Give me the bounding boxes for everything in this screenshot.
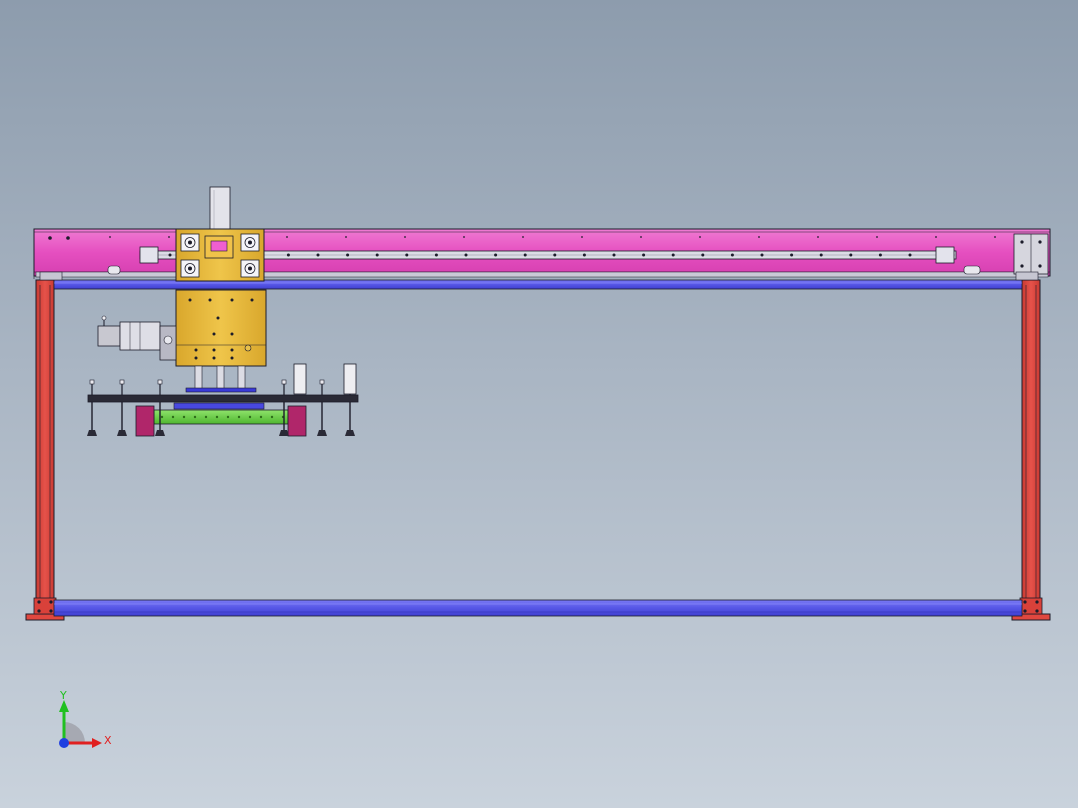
vertical-motor [209,186,231,232]
cad-viewport[interactable]: Y X [0,0,1078,808]
coordinate-triad-icon: Y X [59,689,112,748]
lower-blue-beam [53,599,1023,617]
z-axis-body [175,289,267,367]
gripper-shafts [185,365,257,393]
gantry-drawing: Y X [25,186,1051,748]
right-column [1011,279,1051,621]
triad-x-label: X [104,734,112,747]
side-motor [97,315,177,361]
left-column [25,279,65,621]
triad-y-label: Y [59,689,67,702]
carriage-plate [175,228,265,282]
